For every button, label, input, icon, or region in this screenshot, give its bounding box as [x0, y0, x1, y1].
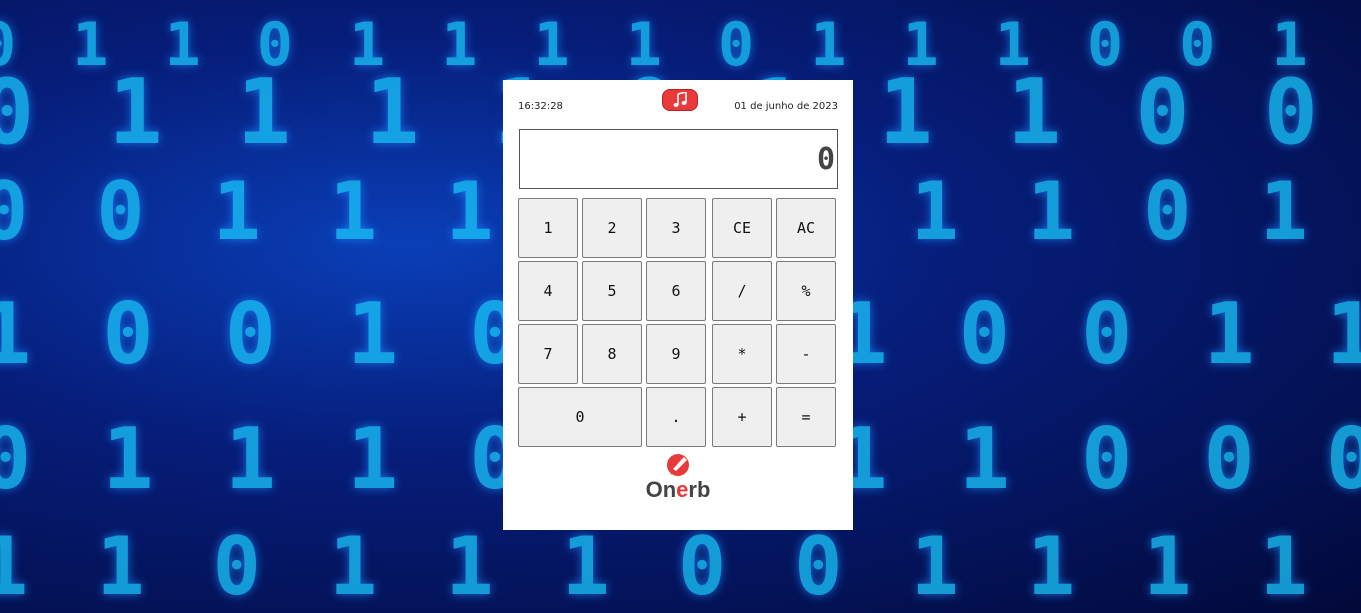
current-date: 01 de junho de 2023	[734, 101, 838, 112]
key-2-button[interactable]: 2	[582, 198, 642, 258]
plus-button[interactable]: +	[712, 387, 772, 447]
equals-button[interactable]: =	[776, 387, 836, 447]
display-value: 0	[816, 142, 835, 177]
wordmark-prefix: On	[645, 477, 677, 502]
clock-time: 16:32:28	[518, 101, 563, 112]
wordmark-suffix: rb	[688, 477, 711, 502]
wordmark-accent: e	[676, 477, 689, 502]
key-3-button[interactable]: 3	[646, 198, 706, 258]
onerb-wordmark: Onerb	[640, 477, 716, 503]
key-0-button[interactable]: 0	[518, 387, 642, 447]
percent-button[interactable]: %	[776, 261, 836, 321]
music-toggle-button[interactable]	[662, 89, 698, 111]
key-8-button[interactable]: 8	[582, 324, 642, 384]
onerb-logo: Onerb	[640, 453, 716, 507]
key-4-button[interactable]: 4	[518, 261, 578, 321]
music-note-icon	[673, 92, 687, 107]
key-5-button[interactable]: 5	[582, 261, 642, 321]
calculator-panel: 16:32:28 01 de junho de 2023 0 1 2 3 CE …	[503, 80, 853, 530]
calculator-display: 0	[519, 129, 838, 189]
clear-entry-button[interactable]: CE	[712, 198, 772, 258]
decimal-point-button[interactable]: .	[646, 387, 706, 447]
key-9-button[interactable]: 9	[646, 324, 706, 384]
multiply-button[interactable]: *	[712, 324, 772, 384]
pen-bubble-icon	[667, 454, 689, 476]
calculator-topbar: 16:32:28 01 de junho de 2023	[503, 80, 853, 120]
key-1-button[interactable]: 1	[518, 198, 578, 258]
minus-button[interactable]: -	[776, 324, 836, 384]
divide-button[interactable]: /	[712, 261, 772, 321]
key-7-button[interactable]: 7	[518, 324, 578, 384]
all-clear-button[interactable]: AC	[776, 198, 836, 258]
key-6-button[interactable]: 6	[646, 261, 706, 321]
